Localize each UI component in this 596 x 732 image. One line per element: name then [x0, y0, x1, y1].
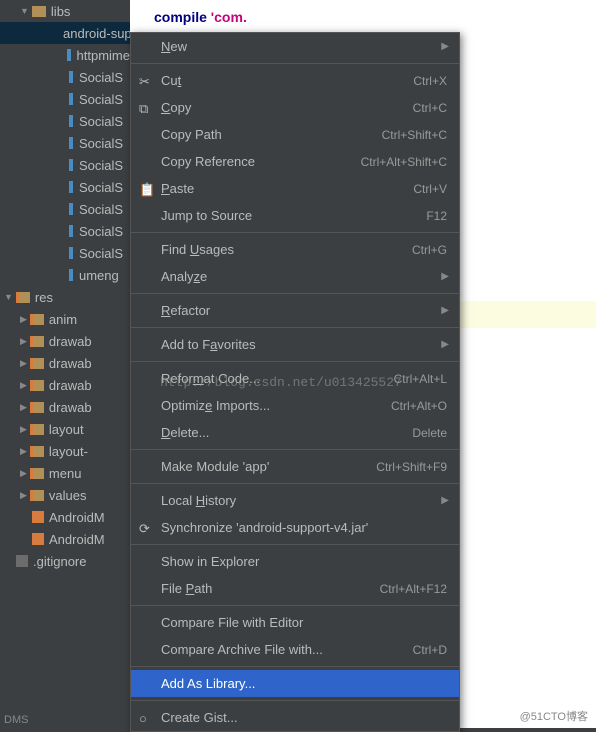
jar-icon — [67, 49, 70, 61]
gist-icon: ○ — [139, 711, 153, 725]
menu-make-module[interactable]: Make Module 'app'Ctrl+Shift+F9 — [131, 453, 459, 480]
menu-compare-archive[interactable]: Compare Archive File with...Ctrl+D — [131, 636, 459, 663]
tree-folder-libs[interactable]: libs — [0, 0, 130, 22]
tree-item-xml[interactable]: AndroidM — [0, 528, 130, 550]
jar-icon — [69, 159, 73, 171]
xml-icon — [32, 533, 44, 545]
copy-icon: ⧉ — [139, 101, 153, 115]
folder-icon — [30, 402, 44, 413]
menu-copy-reference[interactable]: Copy ReferenceCtrl+Alt+Shift+C — [131, 148, 459, 175]
tree-item-jar[interactable]: SocialS — [0, 220, 130, 242]
folder-icon — [30, 380, 44, 391]
watermark-credit: @51CTO博客 — [520, 708, 588, 724]
tree-item-jar[interactable]: android-support-v4.jar — [0, 22, 130, 44]
cut-icon: ✂ — [139, 74, 153, 88]
tree-item-jar[interactable]: SocialS — [0, 242, 130, 264]
tree-folder[interactable]: anim — [0, 308, 130, 330]
tree-item-jar[interactable]: httpmime — [0, 44, 130, 66]
menu-copy[interactable]: ⧉CopyCtrl+C — [131, 94, 459, 121]
menu-delete[interactable]: Delete...Delete — [131, 419, 459, 446]
menu-add-favorites[interactable]: Add to Favorites▶ — [131, 331, 459, 358]
folder-icon — [30, 446, 44, 457]
menu-analyze[interactable]: Analyze▶ — [131, 263, 459, 290]
tree-folder[interactable]: menu — [0, 462, 130, 484]
tree-item-jar[interactable]: SocialS — [0, 66, 130, 88]
menu-find-usages[interactable]: Find UsagesCtrl+G — [131, 236, 459, 263]
menu-file-path[interactable]: File PathCtrl+Alt+F12 — [131, 575, 459, 602]
menu-synchronize[interactable]: ⟳Synchronize 'android-support-v4.jar' — [131, 514, 459, 541]
jar-icon — [69, 203, 73, 215]
tree-item-file[interactable]: .gitignore — [0, 550, 130, 572]
menu-compare-editor[interactable]: Compare File with Editor — [131, 609, 459, 636]
tree-item-xml[interactable]: AndroidM — [0, 506, 130, 528]
menu-paste[interactable]: 📋PasteCtrl+V — [131, 175, 459, 202]
jar-icon — [69, 71, 73, 83]
folder-icon — [30, 468, 44, 479]
folder-icon — [30, 424, 44, 435]
sync-icon: ⟳ — [139, 521, 153, 535]
tree-folder[interactable]: layout — [0, 418, 130, 440]
dms-label: DMS — [0, 712, 32, 728]
folder-icon — [30, 358, 44, 369]
tree-item-jar[interactable]: SocialS — [0, 88, 130, 110]
tree-folder-res[interactable]: res — [0, 286, 130, 308]
tree-folder[interactable]: drawab — [0, 374, 130, 396]
menu-cut[interactable]: ✂CutCtrl+X — [131, 67, 459, 94]
folder-icon — [30, 336, 44, 347]
watermark-url: http://blog.csdn.net/u013425527 — [160, 375, 402, 390]
tree-folder[interactable]: drawab — [0, 352, 130, 374]
folder-icon — [32, 6, 46, 17]
tree-item-jar[interactable]: SocialS — [0, 154, 130, 176]
xml-icon — [32, 511, 44, 523]
folder-icon — [30, 490, 44, 501]
jar-icon — [69, 137, 73, 149]
file-icon — [16, 555, 28, 567]
tree-item-jar[interactable]: SocialS — [0, 198, 130, 220]
jar-icon — [69, 181, 73, 193]
menu-refactor[interactable]: Refactor▶ — [131, 297, 459, 324]
tree-item-jar[interactable]: SocialS — [0, 176, 130, 198]
tree-folder[interactable]: drawab — [0, 330, 130, 352]
menu-jump-source[interactable]: Jump to SourceF12 — [131, 202, 459, 229]
paste-icon: 📋 — [139, 182, 153, 196]
menu-local-history[interactable]: Local History▶ — [131, 487, 459, 514]
menu-optimize-imports[interactable]: Optimize Imports...Ctrl+Alt+O — [131, 392, 459, 419]
tree-folder[interactable]: values — [0, 484, 130, 506]
tree-folder[interactable]: drawab — [0, 396, 130, 418]
project-tree: libs android-support-v4.jar httpmime Soc… — [0, 0, 130, 728]
menu-show-explorer[interactable]: Show in Explorer — [131, 548, 459, 575]
tree-item-jar[interactable]: umeng — [0, 264, 130, 286]
jar-icon — [69, 93, 73, 105]
jar-icon — [69, 225, 73, 237]
folder-icon — [16, 292, 30, 303]
menu-create-gist[interactable]: ○Create Gist... — [131, 704, 459, 731]
tree-item-jar[interactable]: SocialS — [0, 110, 130, 132]
jar-icon — [69, 115, 73, 127]
tree-item-jar[interactable]: SocialS — [0, 132, 130, 154]
menu-new[interactable]: New▶ — [131, 33, 459, 60]
jar-icon — [69, 269, 73, 281]
jar-icon — [69, 247, 73, 259]
menu-add-as-library[interactable]: Add As Library... — [131, 670, 459, 697]
folder-icon — [30, 314, 44, 325]
tree-folder[interactable]: layout- — [0, 440, 130, 462]
menu-copy-path[interactable]: Copy PathCtrl+Shift+C — [131, 121, 459, 148]
